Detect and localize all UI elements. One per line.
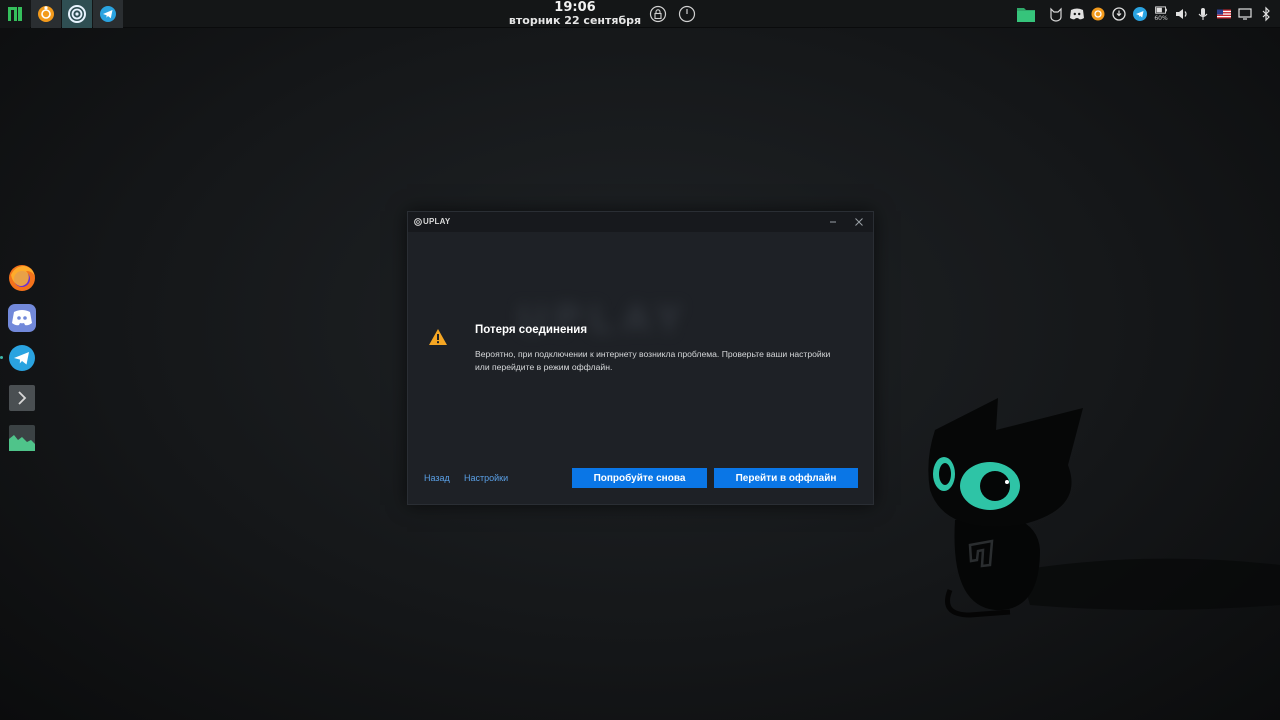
warning-icon <box>429 329 447 345</box>
tray-battery[interactable]: 60% <box>1153 6 1169 22</box>
power-icon[interactable] <box>678 5 696 23</box>
tray-display[interactable] <box>1237 6 1253 22</box>
tray-microphone[interactable] <box>1195 6 1211 22</box>
minimize-icon <box>830 221 836 223</box>
firefox-icon <box>9 265 35 291</box>
uplay-logo-icon <box>414 217 422 226</box>
terminal-icon <box>9 385 35 411</box>
home-folder-icon[interactable] <box>1015 3 1037 25</box>
telegram-tray-icon <box>1133 7 1147 21</box>
ubuntu-icon <box>38 6 54 22</box>
tray-keyboard-layout[interactable] <box>1216 6 1232 22</box>
dock-item-discord[interactable] <box>6 302 38 334</box>
discord-icon <box>8 304 36 332</box>
top-panel: 19:06 вторник 22 сентября 60% <box>0 0 1280 28</box>
go-offline-button[interactable]: Перейти в оффлайн <box>714 468 858 488</box>
wallpaper-cat-mascot <box>928 398 1280 618</box>
uplay-logo: UPLAY <box>414 217 450 226</box>
taskbar-app-uplay[interactable] <box>62 0 92 28</box>
display-icon <box>1238 8 1252 20</box>
dock-item-terminal[interactable] <box>6 382 38 414</box>
dock-item-firefox[interactable] <box>6 262 38 294</box>
clock-time: 19:06 <box>554 0 596 15</box>
close-button[interactable] <box>851 214 867 230</box>
close-icon <box>855 218 863 226</box>
system-monitor-icon <box>9 425 35 451</box>
tray-ubuntu[interactable] <box>1090 6 1106 22</box>
tray-discord[interactable] <box>1069 6 1085 22</box>
battery-icon <box>1155 6 1167 14</box>
clock-date: вторник 22 сентября <box>508 14 642 27</box>
dialog-title: Потеря соединения <box>475 324 588 336</box>
battery-percent: 60% <box>1154 15 1168 22</box>
taskbar-app-telegram[interactable] <box>93 0 123 28</box>
ubuntu-tray-icon <box>1091 7 1105 21</box>
uplay-dialog: UPLAY UPLAY Потеря соединения Вероятно, … <box>407 211 874 505</box>
retry-button[interactable]: Попробуйте снова <box>572 468 707 488</box>
update-tray-icon <box>1112 7 1126 21</box>
microphone-icon <box>1198 8 1208 20</box>
manjaro-logo-icon <box>7 6 23 22</box>
dock-item-telegram[interactable] <box>0 342 38 374</box>
telegram-icon <box>9 345 35 371</box>
manjaro-menu-button[interactable] <box>0 0 30 28</box>
taskbar-app-ubuntu[interactable] <box>31 0 61 28</box>
tray-volume[interactable] <box>1174 6 1190 22</box>
tray-telegram[interactable] <box>1132 6 1148 22</box>
cat-tray-icon <box>1050 7 1062 22</box>
clock[interactable]: 19:06 вторник 22 сентября <box>505 1 645 27</box>
dialog-message: Вероятно, при подключении к интернету во… <box>475 349 831 372</box>
app-name: UPLAY <box>423 217 451 226</box>
volume-icon <box>1176 9 1187 19</box>
running-indicator <box>0 356 3 359</box>
telegram-icon <box>100 6 116 22</box>
dialog-titlebar[interactable]: UPLAY <box>408 212 873 232</box>
discord-tray-icon <box>1070 8 1084 20</box>
dock-item-system-monitor[interactable] <box>6 422 38 454</box>
settings-link[interactable]: Настройки <box>464 473 508 483</box>
system-tray: 60% <box>1015 3 1274 25</box>
back-link[interactable]: Назад <box>424 473 450 483</box>
tray-update[interactable] <box>1111 6 1127 22</box>
minimize-button[interactable] <box>825 214 841 230</box>
lock-screen-icon[interactable] <box>649 5 667 23</box>
left-dock <box>0 262 38 462</box>
tray-mascot[interactable] <box>1048 6 1064 22</box>
bluetooth-icon <box>1262 6 1270 22</box>
uplay-icon <box>68 5 86 23</box>
tray-bluetooth[interactable] <box>1258 6 1274 22</box>
taskbar-apps <box>0 0 124 28</box>
us-flag-icon <box>1217 9 1231 19</box>
